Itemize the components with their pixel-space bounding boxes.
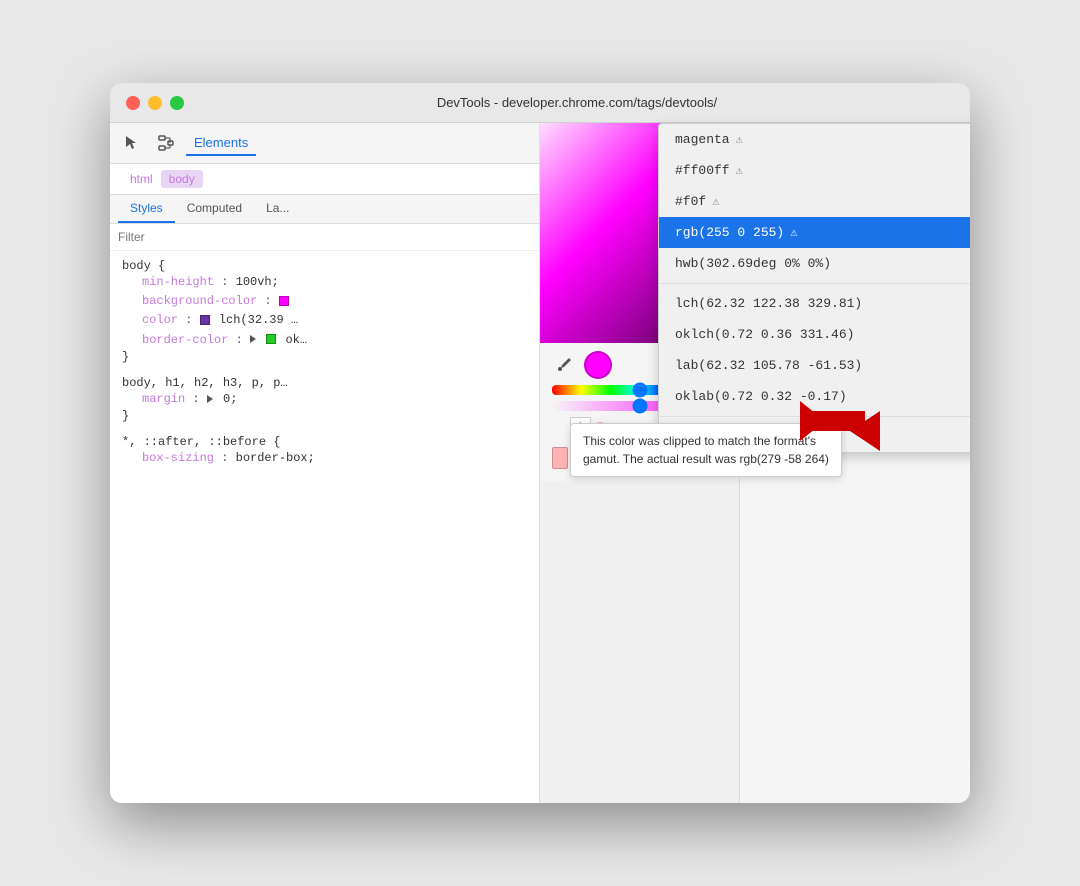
- cursor-icon[interactable]: [118, 129, 146, 157]
- dropdown-item-oklch[interactable]: oklch(0.72 0.36 331.46): [659, 319, 970, 350]
- css-prop-min-height: min-height : 100vh;: [122, 273, 527, 292]
- maximize-button[interactable]: [170, 96, 184, 110]
- prop-name-min-height: min-height: [142, 275, 214, 289]
- eyedropper-button[interactable]: [552, 353, 576, 377]
- dropdown-item-hwb[interactable]: hwb(302.69deg 0% 0%): [659, 248, 970, 279]
- devtools-body: Elements html body Styles Computed La...…: [110, 123, 970, 803]
- warn-icon-f0f: ⚠: [712, 194, 719, 209]
- css-prop-margin: margin : 0;: [122, 390, 527, 409]
- prop-name-border-color: border-color: [142, 333, 228, 347]
- close-button[interactable]: [126, 96, 140, 110]
- prop-name-box-sizing: box-sizing: [142, 451, 214, 465]
- swatch-1[interactable]: [552, 447, 568, 469]
- breadcrumb-body[interactable]: body: [161, 170, 203, 188]
- prop-value-min-height: 100vh;: [236, 275, 279, 289]
- dropdown-label-lch: lch(62.32 122.38 329.81): [675, 296, 862, 311]
- css-rule-body: body { min-height : 100vh; background-co…: [110, 255, 539, 368]
- dropdown-label-rgb: rgb(255 0 255): [675, 225, 784, 240]
- css-selector-universal: *, ::after, ::before {: [122, 435, 280, 449]
- dropdown-item-magenta[interactable]: magenta ⚠: [659, 124, 970, 155]
- dropdown-label-f0f: #f0f: [675, 194, 706, 209]
- tab-elements[interactable]: Elements: [186, 131, 256, 156]
- titlebar: DevTools - developer.chrome.com/tags/dev…: [110, 83, 970, 123]
- warn-icon-magenta: ⚠: [736, 132, 743, 147]
- dropdown-item-ff00ff[interactable]: #ff00ff ⚠: [659, 155, 970, 186]
- minimize-button[interactable]: [148, 96, 162, 110]
- dropdown-label-hwb: hwb(302.69deg 0% 0%): [675, 256, 831, 271]
- css-rule-body-headings: body, h1, h2, h3, p, p… margin : 0; }: [110, 372, 539, 427]
- left-panel: Elements html body Styles Computed La...…: [110, 123, 540, 803]
- dropdown-item-f0f[interactable]: #f0f ⚠: [659, 186, 970, 217]
- breadcrumb-html[interactable]: html: [122, 170, 161, 188]
- dropdown-label-oklch: oklch(0.72 0.36 331.46): [675, 327, 854, 342]
- border-color-swatch[interactable]: [266, 334, 276, 344]
- prop-name-margin: margin: [142, 392, 185, 406]
- tab-layout[interactable]: La...: [254, 195, 301, 223]
- bg-color-swatch[interactable]: [279, 296, 289, 306]
- styles-tabs: Styles Computed La...: [110, 195, 539, 224]
- border-color-arrow[interactable]: [250, 335, 256, 343]
- prop-value-border-color: ok…: [285, 333, 307, 347]
- css-selector-body: body {: [122, 259, 165, 273]
- dropdown-label-ff00ff: #ff00ff: [675, 163, 730, 178]
- breadcrumb: html body: [110, 164, 539, 195]
- css-prop-background-color: background-color :: [122, 292, 527, 311]
- tooltip-line2: gamut. The actual result was rgb(279 -58…: [583, 452, 829, 466]
- css-prop-border-color: border-color : ok…: [122, 331, 527, 350]
- prop-name-color: color: [142, 313, 178, 327]
- filter-bar: [110, 224, 539, 251]
- prop-value-color: lch(32.39 …: [219, 313, 298, 327]
- dropdown-label-magenta: magenta: [675, 132, 730, 147]
- tab-styles[interactable]: Styles: [118, 195, 175, 223]
- prop-value-box-sizing: border-box;: [236, 451, 315, 465]
- css-brace-close-2: }: [122, 409, 129, 423]
- css-brace-close-1: }: [122, 350, 129, 364]
- red-arrow-indicator: [800, 371, 880, 451]
- css-prop-box-sizing: box-sizing : border-box;: [122, 449, 527, 468]
- warn-icon-ff00ff: ⚠: [736, 163, 743, 178]
- dropdown-item-lch[interactable]: lch(62.32 122.38 329.81): [659, 288, 970, 319]
- css-rule-universal: *, ::after, ::before { box-sizing : bord…: [110, 431, 539, 472]
- devtools-window: DevTools - developer.chrome.com/tags/dev…: [110, 83, 970, 803]
- toolbar: Elements: [110, 123, 539, 164]
- tab-computed[interactable]: Computed: [175, 195, 254, 223]
- window-title: DevTools - developer.chrome.com/tags/dev…: [200, 95, 954, 110]
- css-content: body { min-height : 100vh; background-co…: [110, 251, 539, 803]
- tooltip-line1: This color was clipped to match the form…: [583, 434, 816, 448]
- filter-input[interactable]: [118, 230, 531, 244]
- warn-icon-rgb: ⚠: [790, 225, 797, 240]
- dom-tree-icon[interactable]: [152, 129, 180, 157]
- prop-value-margin: 0;: [223, 392, 237, 406]
- color-preview-circle: [584, 351, 612, 379]
- css-selector-body-headings: body, h1, h2, h3, p, p…: [122, 376, 288, 390]
- traffic-lights: [126, 96, 184, 110]
- dropdown-item-rgb[interactable]: rgb(255 0 255) ⚠: [659, 217, 970, 248]
- margin-arrow[interactable]: [207, 395, 213, 403]
- color-swatch[interactable]: [200, 315, 210, 325]
- prop-name-bg-color: background-color: [142, 294, 257, 308]
- dropdown-divider-1: [659, 283, 970, 284]
- css-prop-color: color : lch(32.39 …: [122, 311, 527, 330]
